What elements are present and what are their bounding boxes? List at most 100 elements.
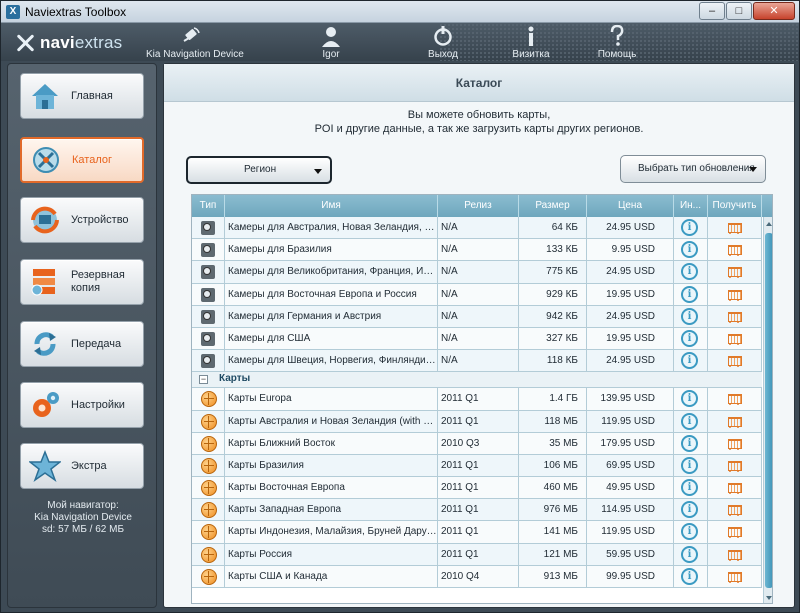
table-row[interactable]: Камеры для Австралия, Новая Зеландия, Го…: [192, 217, 762, 240]
sidebar: Главная Каталог Устройство Резервная коп…: [7, 63, 157, 608]
minimize-button[interactable]: –: [699, 2, 725, 20]
cart-icon[interactable]: [726, 244, 742, 257]
cart-icon[interactable]: [726, 266, 742, 279]
size-cell: 106 МБ: [519, 454, 587, 477]
sidebar-item-backup[interactable]: Резервная копия: [20, 259, 144, 305]
table-row[interactable]: Камеры для Великобритания, Франция, Итал…: [192, 261, 762, 284]
table-row[interactable]: Карты Ближний Восток 2010 Q3 35 МБ 179.95 U…: [192, 432, 762, 455]
info-icon[interactable]: i: [681, 456, 698, 474]
info-icon[interactable]: i: [681, 263, 698, 281]
cart-icon[interactable]: [726, 526, 742, 539]
table-row[interactable]: Камеры для США N/A 327 КБ 19.95 USD i: [192, 327, 762, 351]
column-header-name[interactable]: Имя: [225, 195, 438, 217]
globe-icon: [201, 435, 217, 452]
column-header-release[interactable]: Релиз: [438, 195, 519, 217]
sidebar-item-label: Настройки: [71, 398, 125, 411]
scrollbar-thumb[interactable]: [765, 233, 772, 588]
header-help[interactable]: Помощь: [595, 24, 639, 60]
info-icon[interactable]: i: [681, 567, 698, 585]
column-header-price[interactable]: Цена: [587, 195, 674, 217]
sidebar-item-label: Экстра: [71, 459, 107, 472]
scroll-down-icon[interactable]: [766, 596, 772, 600]
table-row[interactable]: Карты Бразилия 2011 Q1 106 МБ 69.95 USD i: [192, 454, 762, 478]
size-cell: 133 КБ: [519, 239, 587, 262]
group-header-maps[interactable]: − Карты: [192, 372, 762, 389]
table-row[interactable]: Камеры для Германия и Австрия N/A 942 КБ 24…: [192, 305, 762, 328]
cart-icon[interactable]: [726, 482, 742, 495]
info-icon[interactable]: i: [681, 285, 698, 303]
region-dropdown[interactable]: Регион: [186, 156, 332, 184]
table-row[interactable]: Камеры для Швеция, Норвегия, Финляндия и…: [192, 350, 762, 373]
type-cell: [192, 499, 225, 522]
table-row[interactable]: Камеры для Бразилия N/A 133 КБ 9.95 USD i: [192, 239, 762, 262]
get-cell: [708, 432, 762, 455]
header-device-label: Kia Navigation Device: [146, 49, 244, 60]
scroll-up-icon[interactable]: [766, 222, 772, 226]
map-rows: Карты Europa 2011 Q1 1.4 ГБ 139.95 USD i Карт…: [192, 388, 762, 588]
info-icon[interactable]: i: [681, 501, 698, 519]
table-row[interactable]: Карты Россия 2011 Q1 121 МБ 59.95 USD i: [192, 543, 762, 566]
info-icon[interactable]: i: [681, 219, 698, 236]
sidebar-item-home[interactable]: Главная: [20, 73, 144, 119]
table-row[interactable]: Карты Западная Европа 2011 Q1 976 МБ 114.95…: [192, 499, 762, 522]
info-icon[interactable]: i: [681, 412, 698, 430]
vertical-scrollbar[interactable]: [763, 217, 772, 603]
sidebar-item-transfer[interactable]: Передача: [20, 321, 144, 367]
table-row[interactable]: Карты Австралия и Новая Зеландия (with 4…: [192, 410, 762, 433]
size-cell: 35 МБ: [519, 432, 587, 455]
header-device[interactable]: Kia Navigation Device: [146, 25, 244, 60]
header-card[interactable]: Визитка: [506, 25, 556, 60]
info-icon[interactable]: i: [681, 329, 698, 347]
sidebar-item-catalog[interactable]: Каталог: [20, 137, 144, 183]
cart-icon[interactable]: [726, 311, 742, 323]
table-row[interactable]: Карты Europa 2011 Q1 1.4 ГБ 139.95 USD i: [192, 388, 762, 411]
table-row[interactable]: Карты Индонезия, Малайзия, Бруней Дарусс…: [192, 521, 762, 544]
info-icon[interactable]: i: [681, 241, 698, 259]
column-header-get[interactable]: Получить: [708, 195, 762, 217]
info-icon[interactable]: i: [681, 545, 698, 563]
collapse-toggle-icon[interactable]: −: [199, 375, 208, 385]
sidebar-item-extra[interactable]: Экстра: [20, 443, 144, 489]
get-cell: [708, 410, 762, 433]
info-icon[interactable]: i: [681, 352, 698, 370]
column-header-type[interactable]: Тип: [192, 195, 225, 217]
release-cell: 2011 Q1: [438, 388, 519, 411]
info-icon[interactable]: i: [681, 434, 698, 452]
cart-icon[interactable]: [726, 333, 742, 345]
sidebar-item-settings[interactable]: Настройки: [20, 382, 144, 428]
type-cell: [192, 327, 225, 350]
header-logout[interactable]: Выход: [421, 25, 465, 60]
info-cell: i: [674, 410, 708, 433]
name-cell: Камеры для Австралия, Новая Зеландия, Го…: [225, 217, 438, 239]
table-row[interactable]: Карты США и Канада 2010 Q4 913 МБ 99.95 USD…: [192, 565, 762, 588]
cart-icon[interactable]: [726, 549, 742, 561]
info-cell: i: [674, 543, 708, 566]
info-cell: i: [674, 239, 708, 262]
sidebar-item-label: Передача: [71, 337, 122, 350]
close-button[interactable]: ✕: [753, 2, 795, 20]
info-icon[interactable]: i: [681, 390, 698, 408]
sidebar-item-device[interactable]: Устройство: [20, 197, 144, 243]
cart-icon[interactable]: [726, 460, 742, 472]
info-icon[interactable]: i: [681, 307, 698, 325]
cart-icon[interactable]: [726, 355, 742, 368]
cart-icon[interactable]: [726, 289, 742, 301]
info-icon[interactable]: i: [681, 523, 698, 541]
table-row[interactable]: Камеры для Восточная Европа и Россия N/A 9…: [192, 283, 762, 306]
cart-icon[interactable]: [726, 393, 742, 406]
cart-icon[interactable]: [726, 438, 742, 450]
column-header-info[interactable]: Ин...: [674, 195, 708, 217]
cart-icon[interactable]: [726, 416, 742, 428]
info-icon[interactable]: i: [681, 479, 698, 497]
maximize-button[interactable]: □: [726, 2, 752, 20]
camera-icon: [201, 243, 215, 258]
update-type-dropdown[interactable]: Выбрать тип обновления: [620, 155, 766, 183]
device-info-name: Kia Navigation Device: [34, 512, 132, 523]
cart-icon[interactable]: [726, 504, 742, 517]
header-user[interactable]: Igor: [311, 25, 351, 60]
cart-icon[interactable]: [726, 222, 742, 234]
table-row[interactable]: Карты Восточная Европа 2011 Q1 460 МБ 49.95…: [192, 477, 762, 500]
type-cell: [192, 388, 225, 411]
column-header-size[interactable]: Размер: [519, 195, 587, 217]
cart-icon[interactable]: [726, 571, 742, 583]
